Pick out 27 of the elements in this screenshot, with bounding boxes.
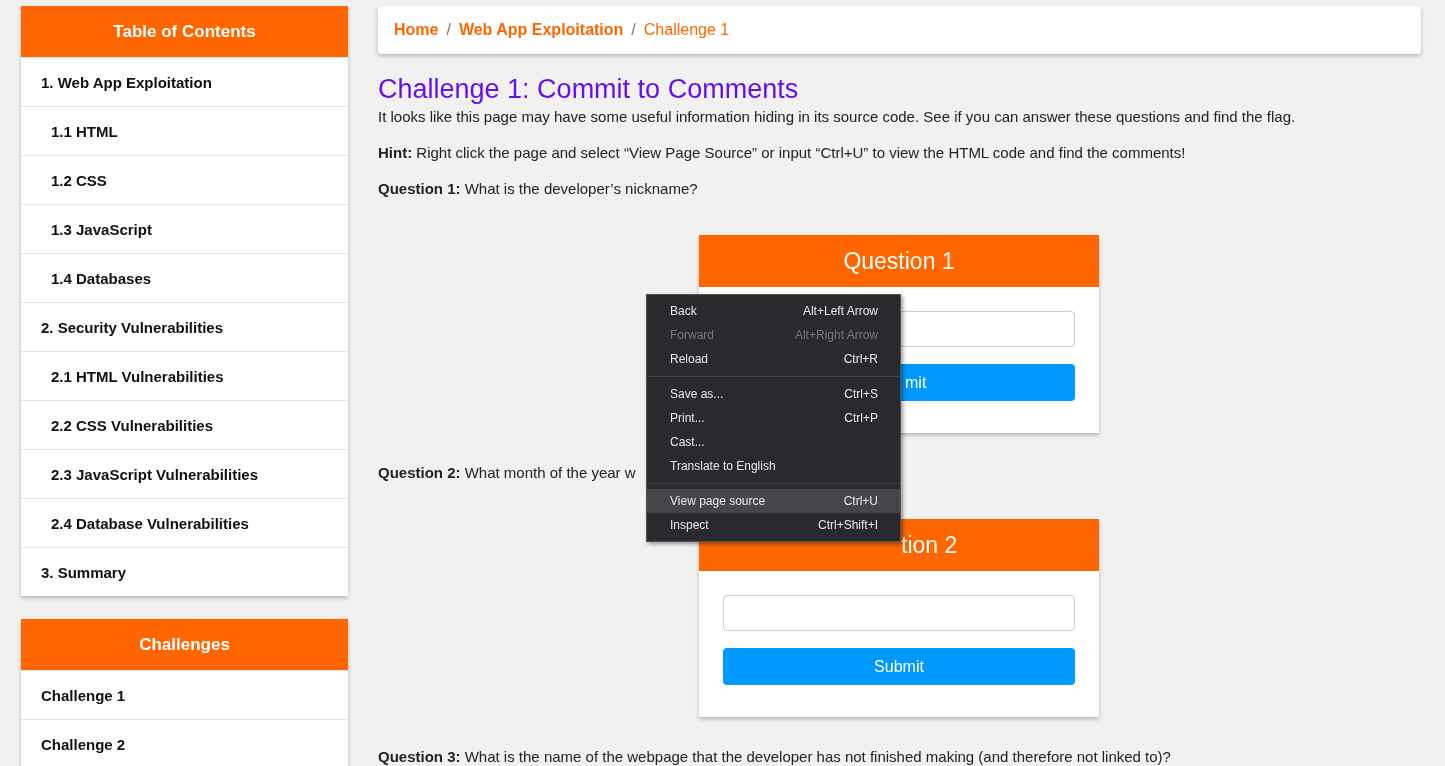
menu-item-label: Translate to English	[670, 459, 776, 473]
panel-title: Challenges	[21, 619, 348, 670]
shortcut-text: Alt+Right Arrow	[794, 328, 878, 342]
breadcrumb-separator: /	[446, 21, 451, 39]
menu-item-label: Save as...	[670, 387, 724, 401]
shortcut-text: Ctrl+R	[843, 352, 878, 366]
shortcut-text: Ctrl+S	[844, 387, 878, 401]
question-text: Question 2: What month of the year w	[378, 463, 636, 483]
page-heading: Challenge 1: Commit to Comments	[378, 73, 800, 105]
shortcut-text: Ctrl+Shift+I	[817, 518, 878, 532]
panel-title: Table of Contents	[21, 6, 348, 57]
menu-item-label: View page source	[670, 494, 766, 508]
shortcut-text: Alt+Left Arrow	[802, 304, 878, 318]
intro-text: It looks like this page may have some useful information hiding in its source code. See if you can answer these questions and find the flag.	[378, 107, 1296, 127]
card-title: Question 1	[699, 235, 1099, 287]
shortcut-text: Ctrl+U	[843, 494, 878, 508]
menu-item-label: Back	[670, 304, 697, 318]
menu-item-label: Forward	[670, 328, 714, 342]
menu-item-label: Print...	[670, 411, 705, 425]
breadcrumb-separator: /	[631, 21, 636, 39]
breadcrumb-current: Challenge 1	[643, 21, 730, 39]
shortcut-text: Ctrl+P	[844, 411, 878, 425]
hint-text: Hint: Right click the page and select “View Page Source” or input “Ctrl+U” to view the HTML code and find the comments!	[378, 143, 1186, 163]
menu-item-label: Reload	[670, 352, 709, 366]
question-text: Question 3: What is the name of the webpage that the developer has not finished making (and therefore not linked to)?	[378, 747, 1171, 766]
question-text: Question 1: What is the developer’s nickname?	[378, 179, 698, 199]
menu-item-label: Cast...	[670, 435, 705, 449]
